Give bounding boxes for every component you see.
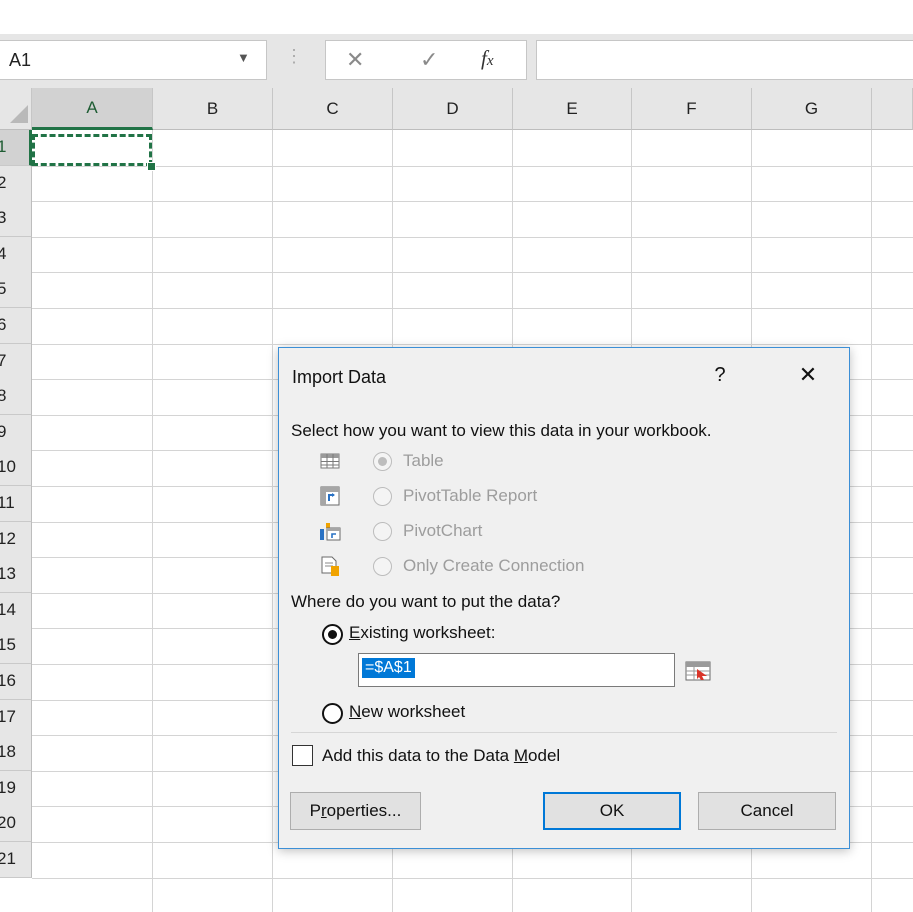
row-header-2[interactable]: 2 bbox=[0, 166, 32, 202]
grid-column-line bbox=[871, 130, 872, 912]
row-header-14[interactable]: 14 bbox=[0, 593, 32, 629]
formula-bar-buttons: ✕ ✓ fx bbox=[325, 40, 527, 80]
collapse-dialog-icon[interactable] bbox=[678, 658, 718, 684]
row-header-7[interactable]: 7 bbox=[0, 344, 32, 380]
column-header-g[interactable]: G bbox=[752, 88, 872, 130]
pivotchart-label: PivotChart bbox=[403, 521, 483, 540]
grid-row-line bbox=[32, 308, 913, 309]
row-header-17[interactable]: 17 bbox=[0, 700, 32, 736]
row-header-5[interactable]: 5 bbox=[0, 272, 32, 308]
grid-row-line bbox=[32, 878, 913, 879]
pivottable-label: PivotTable Report bbox=[403, 486, 538, 505]
formula-bar: A1 ▼ ⋮ ✕ ✓ fx bbox=[0, 34, 913, 88]
formula-input[interactable] bbox=[536, 40, 913, 80]
column-header-f[interactable]: F bbox=[632, 88, 752, 130]
help-button[interactable]: ? bbox=[705, 360, 735, 390]
connection-icon bbox=[321, 556, 339, 576]
new-worksheet-radio[interactable] bbox=[322, 703, 343, 724]
insert-function-icon[interactable]: fx bbox=[481, 46, 494, 71]
enter-entry-icon[interactable]: ✓ bbox=[420, 47, 438, 73]
new-worksheet-label[interactable]: New worksheet bbox=[349, 702, 465, 722]
table-radio[interactable] bbox=[373, 452, 392, 471]
name-box-value: A1 bbox=[9, 50, 32, 70]
ok-button[interactable]: OK bbox=[543, 792, 681, 830]
existing-mnemonic: E bbox=[349, 623, 361, 642]
view-prompt: Select how you want to view this data in… bbox=[291, 421, 712, 440]
new-label-rest: ew worksheet bbox=[361, 702, 466, 721]
properties-post: operties... bbox=[326, 801, 402, 820]
row-header-19[interactable]: 19 bbox=[0, 771, 32, 807]
grid-row-line bbox=[32, 344, 913, 345]
column-header-d[interactable]: D bbox=[393, 88, 513, 130]
only-connection-label: Only Create Connection bbox=[403, 556, 585, 575]
row-header-20[interactable]: 20 bbox=[0, 806, 32, 842]
row-header-21[interactable]: 21 bbox=[0, 842, 32, 878]
row-header-6[interactable]: 6 bbox=[0, 308, 32, 344]
existing-worksheet-radio[interactable] bbox=[322, 624, 343, 645]
row-header-10[interactable]: 10 bbox=[0, 450, 32, 486]
table-label: Table bbox=[403, 451, 444, 470]
row-header-15[interactable]: 15 bbox=[0, 628, 32, 664]
column-header-b[interactable]: B bbox=[153, 88, 273, 130]
row-header-4[interactable]: 4 bbox=[0, 237, 32, 273]
fill-handle[interactable] bbox=[147, 162, 156, 171]
close-button[interactable]: ✕ bbox=[793, 360, 823, 390]
pivottable-icon bbox=[320, 486, 340, 506]
row-header-1[interactable]: 1 bbox=[0, 130, 32, 166]
column-header-e[interactable]: E bbox=[513, 88, 632, 130]
grid-row-line bbox=[32, 272, 913, 273]
existing-worksheet-label[interactable]: Existing worksheet: bbox=[349, 623, 495, 643]
pivotchart-radio[interactable] bbox=[373, 522, 392, 541]
column-header-overflow[interactable] bbox=[872, 88, 913, 130]
cancel-button[interactable]: Cancel bbox=[698, 792, 836, 830]
data-model-post: odel bbox=[528, 746, 561, 765]
row-header-11[interactable]: 11 bbox=[0, 486, 32, 522]
properties-pre: P bbox=[309, 801, 321, 820]
grid-column-line bbox=[272, 130, 273, 912]
select-all-triangle-icon bbox=[10, 105, 28, 123]
range-input[interactable]: =$A$1 bbox=[358, 653, 675, 687]
separator bbox=[291, 732, 837, 733]
row-header-9[interactable]: 9 bbox=[0, 415, 32, 451]
column-header-c[interactable]: C bbox=[273, 88, 393, 130]
row-header-13[interactable]: 13 bbox=[0, 557, 32, 593]
row-header-12[interactable]: 12 bbox=[0, 522, 32, 558]
grid-row-line bbox=[32, 237, 913, 238]
formula-bar-grip-icon[interactable]: ⋮ bbox=[285, 46, 303, 67]
grid-column-line bbox=[152, 130, 153, 912]
dialog-title: Import Data bbox=[292, 367, 387, 387]
existing-label-rest: xisting worksheet: bbox=[360, 623, 496, 642]
selected-cell-marquee[interactable] bbox=[32, 134, 152, 166]
only-connection-radio[interactable] bbox=[373, 557, 392, 576]
import-data-dialog: Import Data ? ✕ Select how you want to v… bbox=[278, 347, 850, 849]
data-model-mnemonic: M bbox=[513, 746, 529, 765]
data-model-label[interactable]: Add this data to the Data Model bbox=[322, 746, 560, 766]
cancel-entry-icon[interactable]: ✕ bbox=[346, 47, 364, 73]
row-header-16[interactable]: 16 bbox=[0, 664, 32, 700]
pivotchart-icon bbox=[320, 523, 341, 541]
new-mnemonic: N bbox=[349, 702, 362, 721]
row-header-8[interactable]: 8 bbox=[0, 379, 32, 415]
table-icon bbox=[320, 453, 340, 469]
data-model-pre: Add this data to the Data bbox=[322, 746, 514, 765]
pivottable-radio[interactable] bbox=[373, 487, 392, 506]
select-all-corner[interactable] bbox=[0, 88, 32, 130]
location-prompt: Where do you want to put the data? bbox=[291, 592, 561, 611]
grid-row-line bbox=[32, 166, 913, 167]
range-value: =$A$1 bbox=[362, 658, 415, 678]
properties-button[interactable]: Properties... bbox=[290, 792, 421, 830]
name-box-dropdown-icon[interactable]: ▼ bbox=[237, 50, 250, 65]
name-box[interactable]: A1 ▼ bbox=[0, 40, 267, 80]
row-header-18[interactable]: 18 bbox=[0, 735, 32, 771]
grid-row-line bbox=[32, 201, 913, 202]
data-model-checkbox[interactable] bbox=[292, 745, 313, 766]
top-strip bbox=[0, 0, 913, 34]
column-header-a[interactable]: A bbox=[32, 88, 153, 130]
row-header-3[interactable]: 3 bbox=[0, 201, 32, 237]
